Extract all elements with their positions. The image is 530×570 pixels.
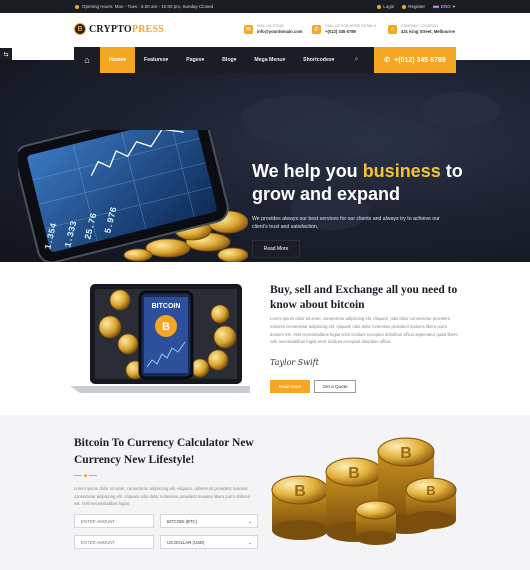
opening-hours: Opening Hours: Mon - Tues : 6.00 am - 10… — [82, 4, 214, 9]
chevron-down-icon: ▾ — [201, 57, 205, 63]
laptop-screen-label: BITCOIN — [152, 303, 181, 310]
nav-item-mega-menu[interactable]: Mega Menu ▾ — [245, 47, 294, 73]
user-icon — [402, 4, 407, 9]
bitcoin-coins-image: B B B B — [271, 437, 457, 545]
chevron-down-icon: ⌄ — [247, 519, 252, 525]
main-nav: ⌂ Home ▾ Features ▾ Pages ▾ Blog ▾ Mega Menu… — [74, 47, 456, 73]
calculator-title: Bitcoin To Currency Calculator New Curre… — [74, 437, 254, 466]
site-header: B CRYPTOPRESS ✉ MAIL US TODAY info@yourdo… — [0, 13, 530, 50]
nav-item-blog[interactable]: Blog ▾ — [213, 47, 245, 73]
login-link[interactable]: Login — [377, 4, 394, 9]
nav-item-shortcodes[interactable]: Shortcodes ▾ — [294, 47, 343, 73]
chevron-down-icon: ▾ — [282, 57, 286, 63]
amount-input-2[interactable]: ENTER AMOUNT — [74, 535, 154, 549]
contact-location: ⌂ COMPANY LOCATION 431 King Street, Melbo… — [388, 24, 455, 35]
home-icon[interactable]: ⌂ — [74, 47, 100, 73]
contact-mail: ✉ MAIL US TODAY info@yourdomain.com — [244, 24, 303, 35]
smartphone-stock-chart-image: 1.354 1.333 25.76 5.976 — [18, 130, 248, 262]
logo[interactable]: B CRYPTOPRESS — [74, 23, 164, 35]
chevron-down-icon: ▾ — [331, 57, 335, 63]
chevron-down-icon: ▾ — [123, 57, 127, 63]
email-link[interactable]: info@yourdomain.com — [257, 29, 303, 35]
nav-item-home[interactable]: Home ▾ — [100, 47, 136, 73]
hero-subtitle: We provides always our best services for… — [252, 216, 440, 230]
logo-text: CRYPTOPRESS — [89, 23, 165, 35]
location-icon: ⌂ — [388, 25, 397, 34]
register-link[interactable]: Register — [402, 4, 425, 9]
coin-symbol-2: B — [348, 465, 360, 482]
currency-select-2[interactable]: US DOLLAR (USD) ⌄ — [160, 535, 258, 549]
sidebar-toggle-icon[interactable]: ⇆ — [0, 48, 12, 60]
contact-phone: ✆ CALL US FOR MORE DETAILS +(012) 345 678… — [312, 24, 376, 35]
flag-icon — [432, 4, 439, 9]
get-a-quote-button[interactable]: Get a Quote — [314, 380, 356, 393]
chevron-down-icon: ▾ — [233, 57, 237, 63]
nav-item-pages[interactable]: Pages ▾ — [177, 47, 213, 73]
exchange-read-more-button[interactable]: Read More — [270, 380, 310, 393]
bitcoin-logo-icon: B — [74, 23, 86, 35]
coin-symbol-3: B — [400, 445, 412, 462]
bitcoin-symbol: B — [162, 321, 170, 333]
section-divider — [74, 474, 97, 477]
currency-select-1[interactable]: BITCOIN (BTC) ⌄ — [160, 514, 258, 528]
exchange-paragraph: Lorem ipsum dolor sit amet, consectetur … — [270, 316, 458, 345]
hero-read-more-button[interactable]: Read More — [252, 240, 300, 258]
phone-icon: ✆ — [384, 57, 391, 64]
exchange-title: Buy, sell and Exchange all you need to k… — [270, 284, 458, 311]
laptop-bitcoin-image: BITCOIN B — [70, 284, 250, 393]
phone-link[interactable]: +(012) 345 6789 — [325, 29, 376, 35]
envelope-icon: ✉ — [244, 25, 253, 34]
language-selector[interactable]: ENG ▾ — [432, 3, 455, 10]
lock-icon — [377, 4, 382, 9]
coin-symbol-4: B — [426, 483, 435, 498]
hero-section: 1.354 1.333 25.76 5.976 We help you busi… — [0, 60, 530, 262]
calculator-paragraph: Lorem ipsum dolor sit amet, consectetur … — [74, 486, 251, 506]
coin-symbol-1: B — [294, 483, 306, 500]
nav-item-features[interactable]: Features ▾ — [135, 47, 177, 73]
hero-title: We help you business to grow and expand — [252, 161, 463, 204]
signature: Taylor Swift — [270, 358, 319, 367]
clock-icon — [75, 4, 79, 9]
search-icon[interactable]: ⌕ — [349, 56, 363, 64]
top-bar: Opening Hours: Mon - Tues : 6.00 am - 10… — [0, 0, 530, 13]
nav-phone-button[interactable]: ✆ +(012) 345 6789 — [374, 47, 456, 73]
phone-icon: ✆ — [312, 25, 321, 34]
chevron-down-icon: ⌄ — [247, 540, 252, 546]
amount-input-1[interactable]: ENTER AMOUNT — [74, 514, 154, 528]
chevron-down-icon: ▾ — [165, 57, 169, 63]
chevron-down-icon: ▾ — [452, 3, 455, 9]
